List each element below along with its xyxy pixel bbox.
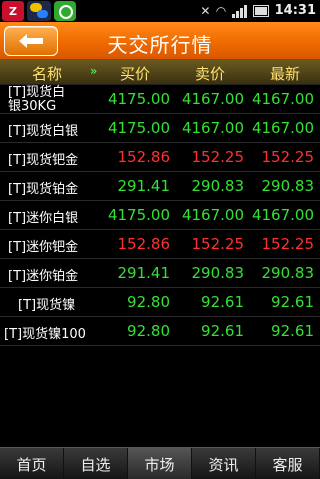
quote-row[interactable]: [T]现货白 银30KG 4175.00 4167.00 4167.00 <box>0 85 320 114</box>
tab-news[interactable]: 资讯 <box>192 448 256 479</box>
sell-price: 290.83 <box>191 264 245 282</box>
quote-row[interactable]: [T]现货镍100 92.80 92.61 92.61 <box>0 317 320 346</box>
instrument-name: [T]迷你铂金 <box>8 269 79 284</box>
column-buy: 买价 <box>120 65 151 83</box>
instrument-name: [T]现货铂金 <box>8 182 79 197</box>
buy-price: 4175.00 <box>107 90 170 108</box>
column-last: 最新 <box>270 65 301 83</box>
sell-price: 92.61 <box>201 322 244 340</box>
app-notification-icon: Z <box>2 1 24 21</box>
instrument-name: [T]现货镍100 <box>4 327 86 342</box>
scroll-right-icon[interactable]: » <box>90 64 97 78</box>
sell-price: 92.61 <box>201 293 244 311</box>
last-price: 152.25 <box>261 235 315 253</box>
status-bar: Z ✕ ◠ 14:31 <box>0 0 320 22</box>
buy-price: 152.86 <box>117 235 171 253</box>
quote-row[interactable]: [T]现货镍 92.80 92.61 92.61 <box>0 288 320 317</box>
buy-price: 291.41 <box>117 264 171 282</box>
signal-icon <box>231 4 247 18</box>
column-sell: 卖价 <box>195 65 226 83</box>
sell-price: 4167.00 <box>181 90 244 108</box>
sell-price: 4167.00 <box>181 206 244 224</box>
sell-price: 152.25 <box>191 235 245 253</box>
sell-price: 152.25 <box>191 148 245 166</box>
buy-price: 291.41 <box>117 177 171 195</box>
silent-icon: ✕ <box>200 3 211 18</box>
last-price: 92.61 <box>271 322 314 340</box>
tab-watchlist[interactable]: 自选 <box>64 448 128 479</box>
wifi-icon: ◠ <box>216 3 226 18</box>
buy-price: 92.80 <box>127 322 170 340</box>
page-title: 天交所行情 <box>107 33 213 57</box>
sell-price: 4167.00 <box>181 119 244 137</box>
battery-icon <box>252 4 269 17</box>
last-price: 4167.00 <box>251 90 314 108</box>
last-price: 92.61 <box>271 293 314 311</box>
sync-notification-icon <box>54 1 76 21</box>
last-price: 290.83 <box>261 177 315 195</box>
sell-price: 290.83 <box>191 177 245 195</box>
buy-price: 4175.00 <box>107 206 170 224</box>
title-bar: 天交所行情 <box>0 22 320 60</box>
clock: 14:31 <box>274 3 316 18</box>
instrument-name: [T]迷你白银 <box>8 211 79 226</box>
quote-row[interactable]: [T]现货白银 4175.00 4167.00 4167.00 <box>0 114 320 143</box>
last-price: 4167.00 <box>251 119 314 137</box>
instrument-name-line1: [T]现货白 <box>8 85 66 100</box>
tab-service[interactable]: 客服 <box>256 448 320 479</box>
column-header: 名称 » 买价 卖价 最新 <box>0 60 320 85</box>
tab-home[interactable]: 首页 <box>0 448 64 479</box>
last-price: 152.25 <box>261 148 315 166</box>
instrument-name: [T]现货钯金 <box>8 153 79 168</box>
buy-price: 92.80 <box>127 293 170 311</box>
bottom-tab-bar: 首页 自选 市场 资讯 客服 <box>0 447 320 479</box>
quote-row[interactable]: [T]迷你白银 4175.00 4167.00 4167.00 <box>0 201 320 230</box>
quote-row[interactable]: [T]迷你铂金 291.41 290.83 290.83 <box>0 259 320 288</box>
column-name: 名称 <box>32 65 63 83</box>
buy-price: 152.86 <box>117 148 171 166</box>
last-price: 4167.00 <box>251 206 314 224</box>
chat-notification-icon <box>27 1 51 21</box>
quote-row[interactable]: [T]现货钯金 152.86 152.25 152.25 <box>0 143 320 172</box>
instrument-name: [T]迷你钯金 <box>8 240 79 255</box>
buy-price: 4175.00 <box>107 119 170 137</box>
last-price: 290.83 <box>261 264 315 282</box>
tab-market[interactable]: 市场 <box>128 448 192 479</box>
instrument-name: [T]现货镍 <box>18 298 76 313</box>
quote-row[interactable]: [T]迷你钯金 152.86 152.25 152.25 <box>0 230 320 259</box>
instrument-name-line2: 银30KG <box>8 99 57 114</box>
instrument-name: [T]现货白银 <box>8 124 79 139</box>
quote-row[interactable]: [T]现货铂金 291.41 290.83 290.83 <box>0 172 320 201</box>
instrument-name: [T]现货白 银30KG <box>8 86 65 114</box>
